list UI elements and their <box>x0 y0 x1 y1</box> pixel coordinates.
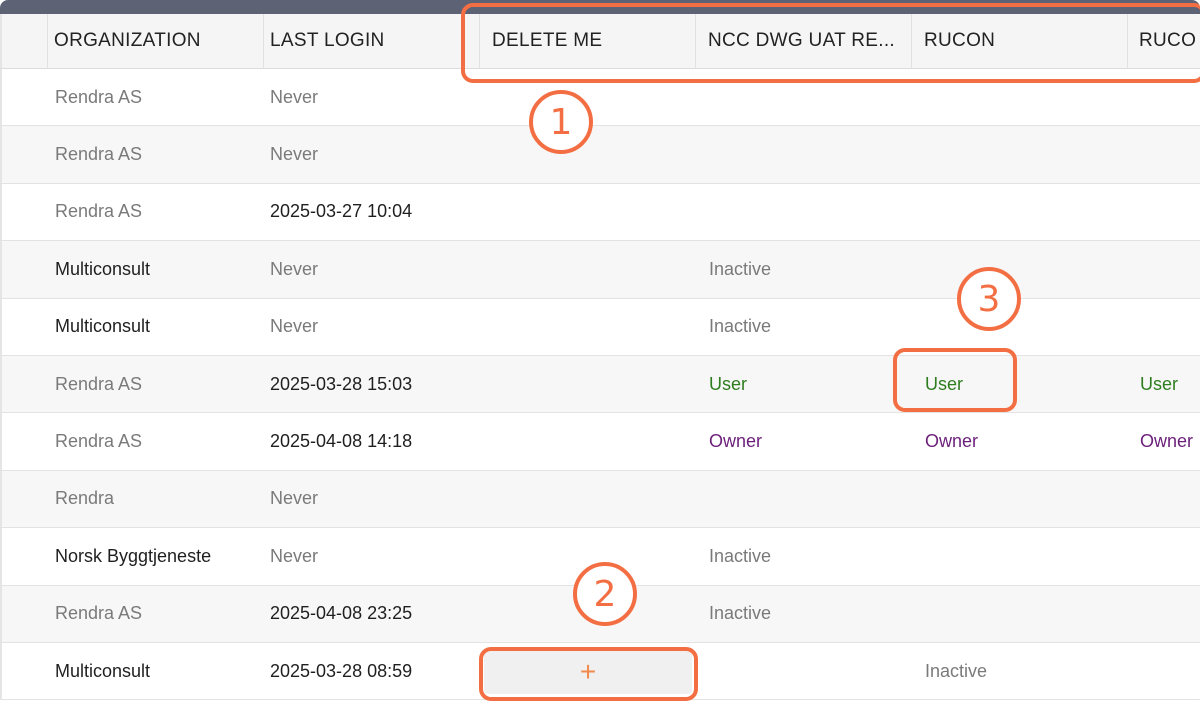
row-select-cell <box>0 69 48 126</box>
ncc-dwg-role-cell[interactable]: Inactive <box>696 586 912 642</box>
last-login-cell: 2025-03-28 08:59 <box>270 660 413 681</box>
row-select-cell <box>0 183 48 241</box>
ruco-role-cell[interactable] <box>1128 528 1200 584</box>
delete-me-role-cell[interactable] <box>480 184 696 240</box>
table-row[interactable]: Rendra AS Never <box>0 126 1200 184</box>
annotation-number: 2 <box>593 573 617 615</box>
ruco-role-cell[interactable] <box>1128 241 1200 297</box>
organization-cell: Multiconsult <box>55 660 151 681</box>
ruco-role-cell[interactable]: User <box>1128 356 1200 412</box>
ruco-role-cell[interactable]: Owner <box>1128 413 1200 469</box>
ruco-role-cell[interactable] <box>1128 471 1200 527</box>
ruco-role-cell[interactable] <box>1128 643 1200 699</box>
ncc-dwg-role-cell[interactable]: Inactive <box>696 528 912 584</box>
ruco-role-cell[interactable] <box>1128 126 1200 182</box>
organization-cell: Norsk Byggtjeneste <box>55 545 212 566</box>
last-login-cell: 2025-03-28 15:03 <box>270 373 413 394</box>
row-select-cell <box>0 126 48 183</box>
organization-cell: Rendra AS <box>55 201 143 222</box>
ruco-role-cell[interactable] <box>1128 586 1200 642</box>
rucon-role-cell[interactable] <box>912 126 1128 182</box>
organization-cell: Rendra AS <box>55 373 143 394</box>
last-login-cell: Never <box>270 488 319 509</box>
ncc-dwg-role-cell[interactable]: User <box>696 356 912 412</box>
ncc-dwg-role-cell[interactable] <box>696 643 912 699</box>
rucon-role-cell[interactable] <box>912 528 1128 584</box>
row-select-cell <box>0 642 48 700</box>
header-select-column <box>0 14 48 68</box>
last-login-cell: Never <box>270 316 319 337</box>
organization-cell: Multiconsult <box>55 316 151 337</box>
rucon-role-cell[interactable] <box>912 241 1128 297</box>
row-select-cell <box>0 585 48 642</box>
table-row[interactable]: Multiconsult Never Inactive <box>0 241 1200 299</box>
organization-cell: Rendra AS <box>55 603 143 624</box>
annotation-highlight-add-button <box>479 647 698 701</box>
ncc-dwg-role-cell[interactable] <box>696 184 912 240</box>
annotation-highlight-project-headers <box>461 3 1200 83</box>
annotation-marker-1: 1 <box>529 90 593 154</box>
rucon-role-cell[interactable] <box>912 471 1128 527</box>
ncc-dwg-role-cell[interactable]: Inactive <box>696 299 912 355</box>
table-row[interactable]: Rendra AS 2025-04-08 14:18 Owner Owner Owner <box>0 413 1200 471</box>
row-select-cell <box>0 298 48 355</box>
permissions-table-view: ORGANIZATION LAST LOGIN DELETE ME NCC DW… <box>0 0 1200 707</box>
ruco-role-cell[interactable] <box>1128 184 1200 240</box>
organization-cell: Rendra AS <box>55 431 143 452</box>
ncc-dwg-role-cell[interactable] <box>696 126 912 182</box>
row-select-cell <box>0 413 48 470</box>
organization-cell: Multiconsult <box>55 258 151 279</box>
delete-me-role-cell[interactable] <box>480 299 696 355</box>
header-last-login[interactable]: LAST LOGIN <box>264 14 480 68</box>
rucon-role-cell[interactable]: Inactive <box>912 643 1128 699</box>
organization-cell: Rendra AS <box>55 144 143 165</box>
rucon-role-cell[interactable] <box>912 184 1128 240</box>
last-login-cell: 2025-04-08 14:18 <box>270 431 413 452</box>
table-row[interactable]: Rendra Never <box>0 470 1200 529</box>
delete-me-role-cell[interactable] <box>480 356 696 412</box>
row-select-cell <box>0 528 48 585</box>
annotation-marker-3: 3 <box>957 267 1021 331</box>
table-row[interactable]: Rendra AS 2025-03-27 10:04 <box>0 183 1200 242</box>
last-login-cell: Never <box>270 545 319 566</box>
row-select-cell <box>0 241 48 298</box>
delete-me-role-cell[interactable] <box>480 471 696 527</box>
rucon-role-cell[interactable]: Owner <box>912 413 1128 469</box>
header-organization[interactable]: ORGANIZATION <box>48 14 264 68</box>
rucon-role-cell[interactable] <box>912 586 1128 642</box>
last-login-cell: Never <box>270 86 319 107</box>
ncc-dwg-role-cell[interactable]: Owner <box>696 413 912 469</box>
organization-cell: Rendra AS <box>55 86 143 107</box>
last-login-cell: 2025-03-27 10:04 <box>270 201 413 222</box>
last-login-cell: 2025-04-08 23:25 <box>270 603 413 624</box>
annotation-number: 1 <box>549 101 573 143</box>
last-login-cell: Never <box>270 258 319 279</box>
annotation-highlight-role-cell <box>893 348 1017 412</box>
annotation-marker-2: 2 <box>573 562 637 626</box>
table-row[interactable]: Rendra AS 2025-03-28 15:03 User User User <box>0 355 1200 414</box>
last-login-cell: Never <box>270 144 319 165</box>
row-select-cell <box>0 470 48 528</box>
delete-me-role-cell[interactable] <box>480 413 696 469</box>
rucon-role-cell[interactable] <box>912 299 1128 355</box>
ncc-dwg-role-cell[interactable] <box>696 471 912 527</box>
annotation-number: 3 <box>977 278 1001 320</box>
organization-cell: Rendra <box>55 488 115 509</box>
row-select-cell <box>0 355 48 413</box>
delete-me-role-cell[interactable] <box>480 241 696 297</box>
ruco-role-cell[interactable] <box>1128 299 1200 355</box>
table-row[interactable]: Multiconsult Never Inactive <box>0 298 1200 356</box>
ncc-dwg-role-cell[interactable]: Inactive <box>696 241 912 297</box>
